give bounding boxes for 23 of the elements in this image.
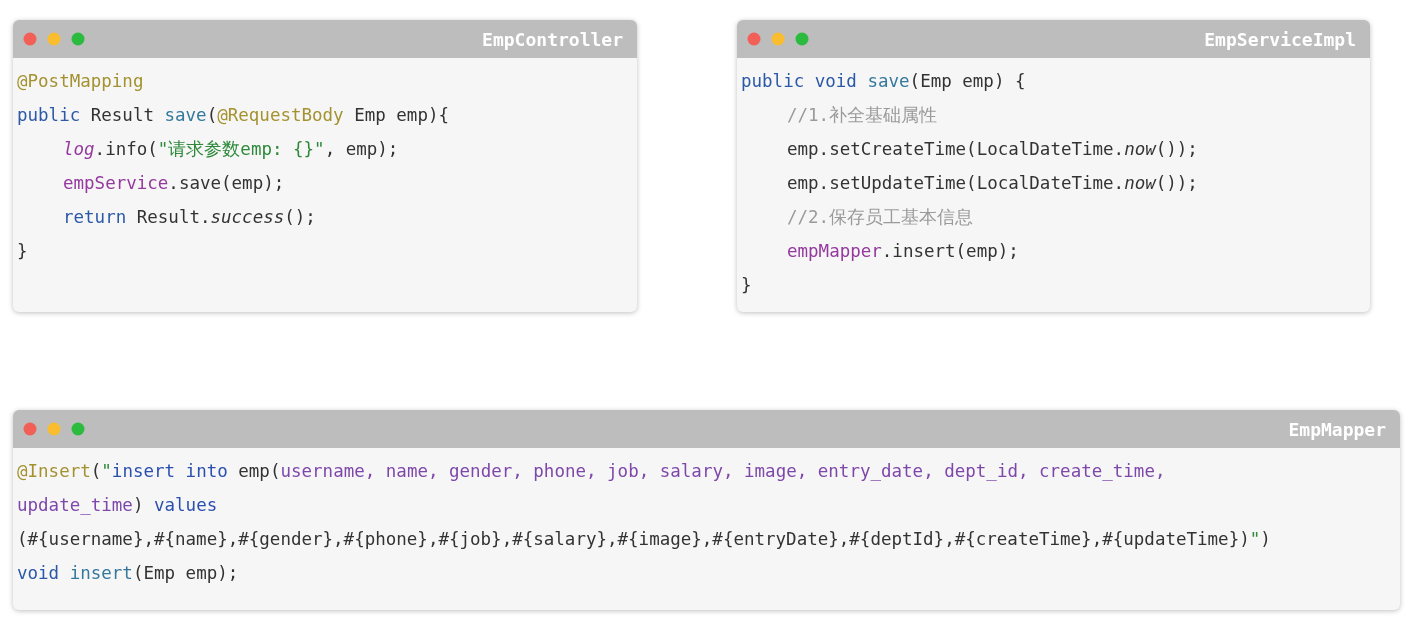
traffic-lights-icon [747,32,809,46]
code-line: emp.setCreateTime(LocalDateTime.now()); [786,138,1199,161]
code-line: @PostMapping [17,70,145,93]
code-line: //1.补全基础属性 [786,104,939,127]
code-line: (#{username},#{name},#{gender},#{phone},#{job},#{salary},#{image},#{entryDate},#{deptId},#{createTime},#{updateTime})") [17,528,1272,551]
traffic-lights-icon [23,422,85,436]
window-title: EmpMapper [1288,418,1386,440]
code-line: empMapper.insert(emp); [786,240,1020,263]
code-line: emp.setUpdateTime(LocalDateTime.now()); [786,172,1199,195]
code-line: //2.保存员工基本信息 [786,206,975,229]
code-line: public Result save(@RequestBody Emp emp){ [17,104,450,127]
code-line: @Insert("insert into emp(username, name, gender, phone, job, salary, image, entry_date, dept_id, create_time, [17,460,1167,483]
code-line: } [741,274,753,297]
code-line: return Result.success(); [62,206,317,229]
code-line: void insert(Emp emp); [17,562,240,585]
code-line: log.info("请求参数emp: {}", emp); [62,138,400,161]
code-line: public void save(Emp emp) { [741,70,1027,93]
code-line: update_time) values [17,494,219,517]
window-title: EmpController [482,28,623,50]
traffic-lights-icon [23,32,85,46]
window-title: EmpServiceImpl [1204,28,1356,50]
code-line: empService.save(emp); [62,172,286,195]
code-line: } [17,240,29,263]
